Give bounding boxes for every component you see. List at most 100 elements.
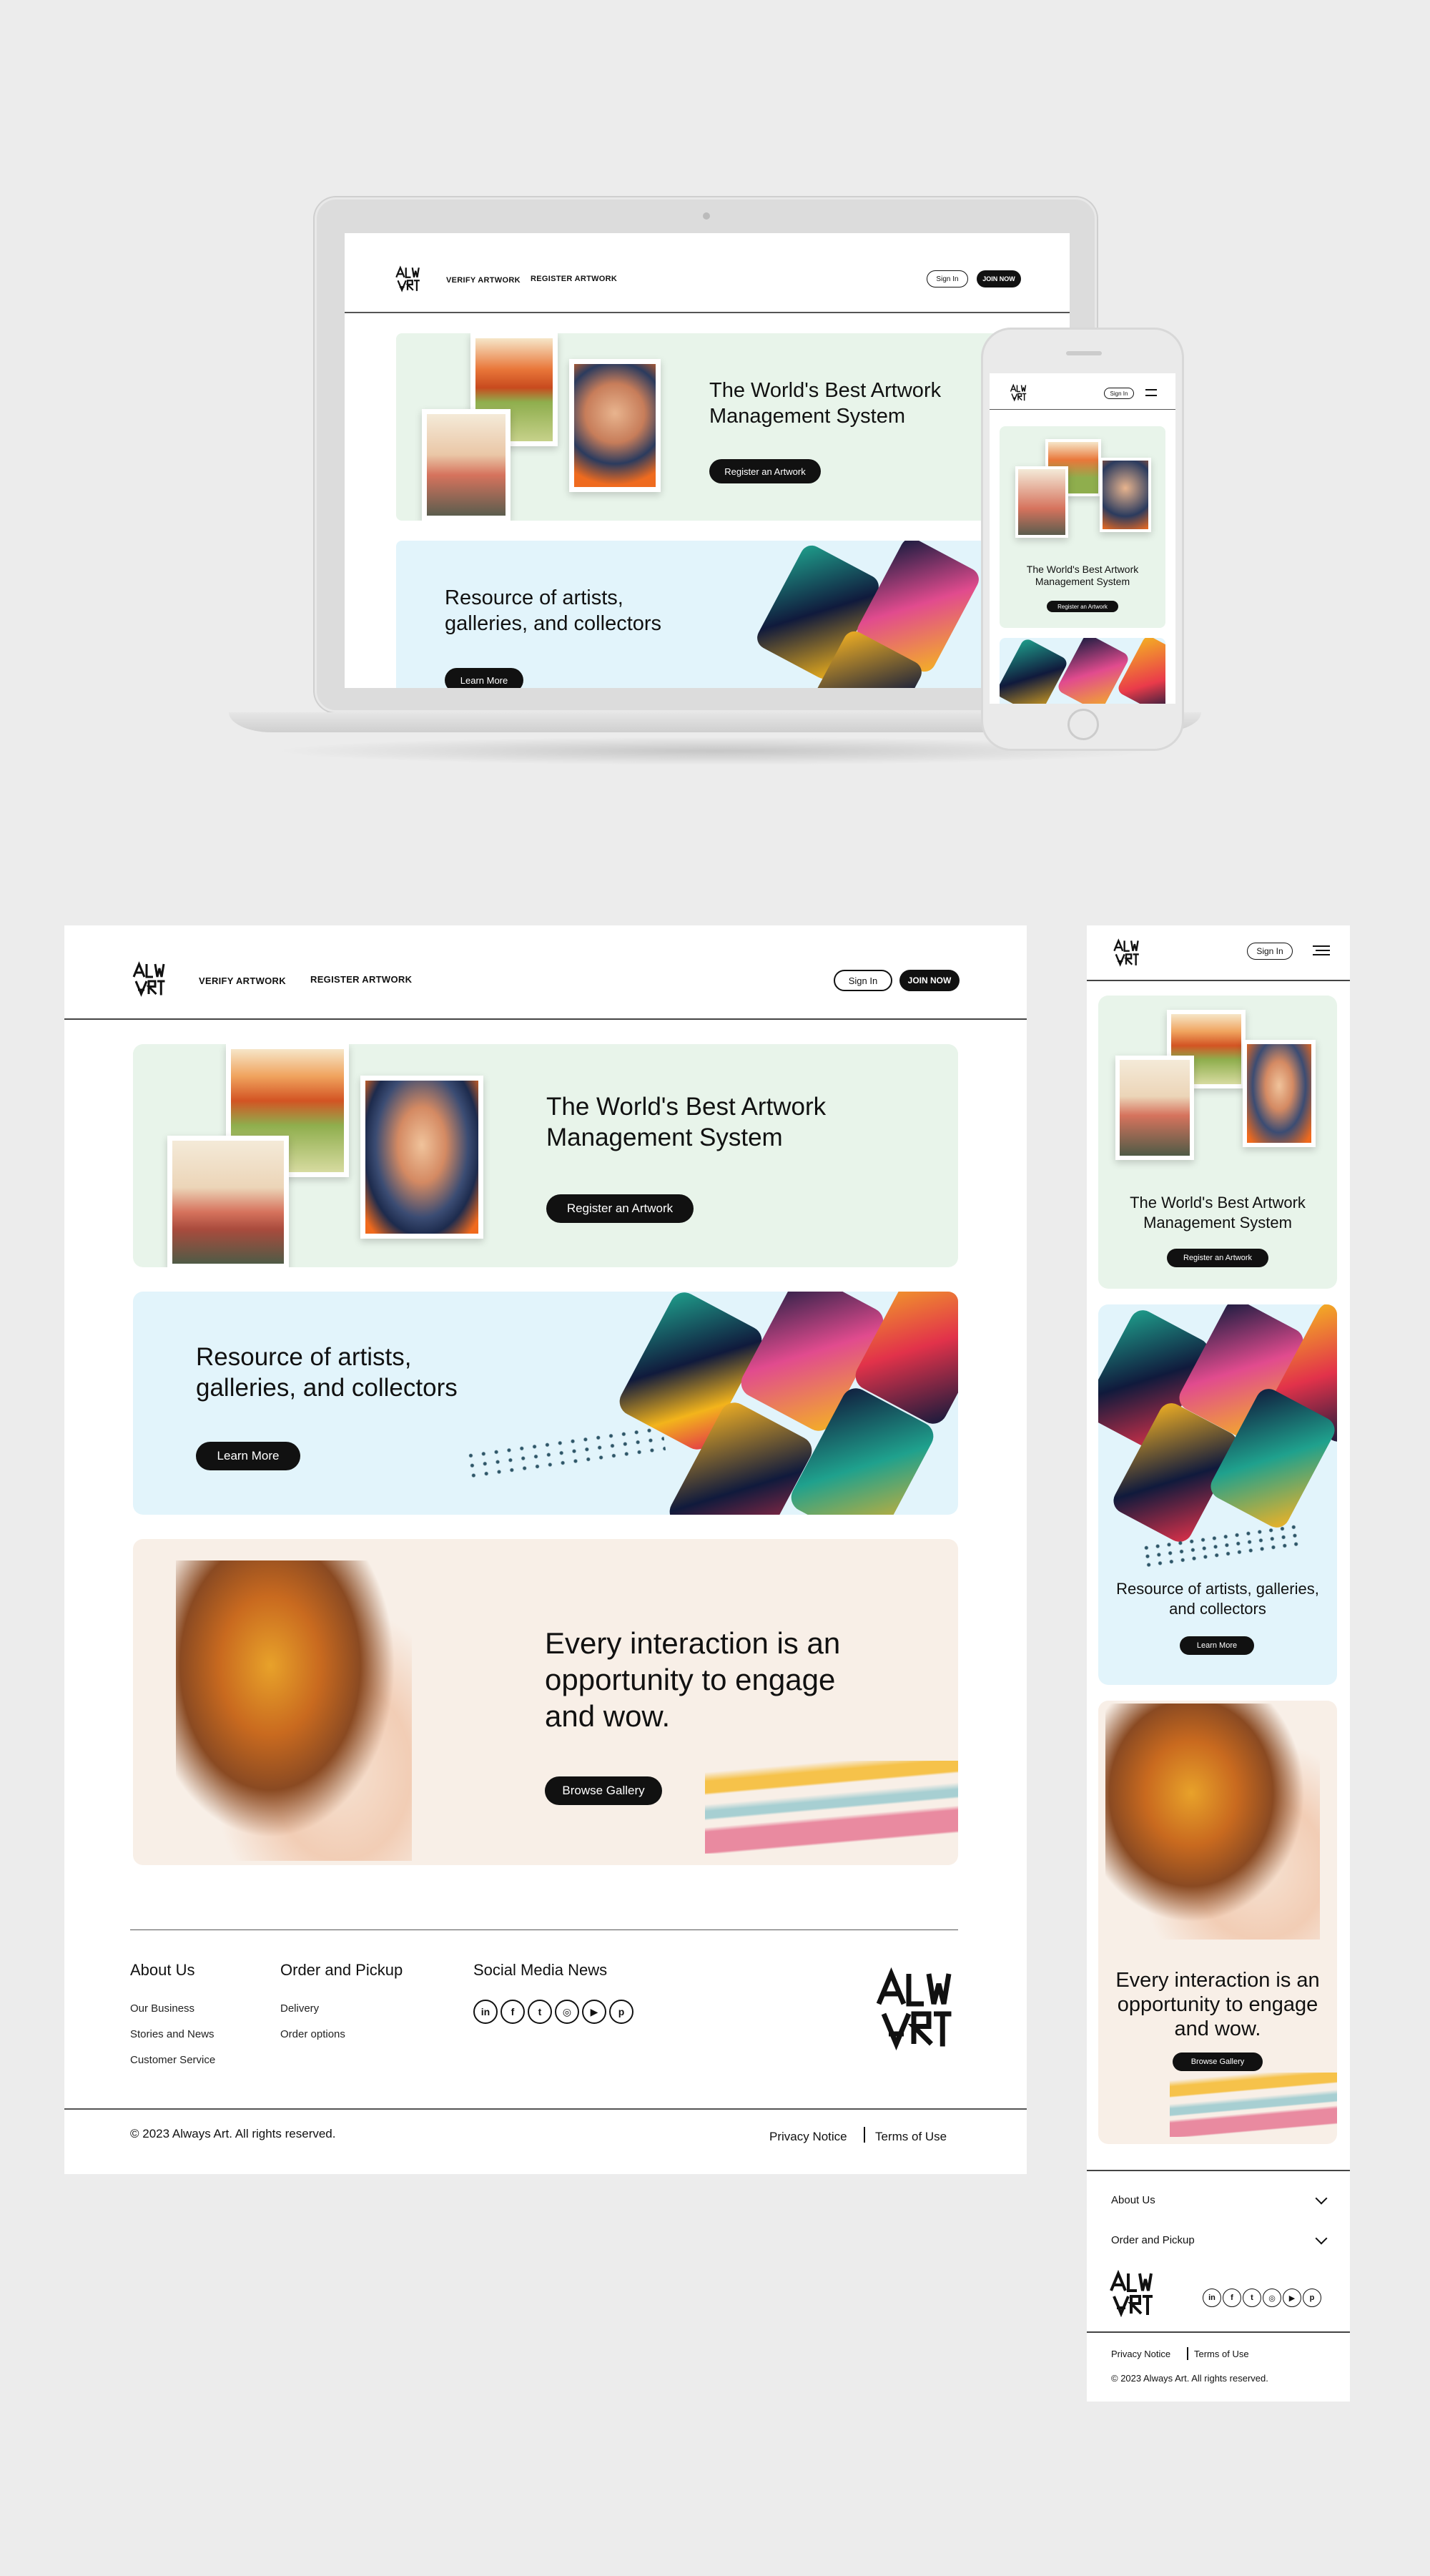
footer-about-heading: About Us [130,1961,195,1979]
footer-link-delivery[interactable]: Delivery [280,2002,319,2015]
facebook-icon[interactable]: f [500,2000,525,2024]
phone-screen: Sign In The World's Best Artwork Managem… [990,373,1175,704]
art-card [1000,638,1070,704]
hero-title: The World's Best Artwork Management Syst… [1130,1194,1306,1232]
resource-card: Resource of artists, galleries, and coll… [133,1292,958,1515]
resource-card: Resource of artists, galleries, and coll… [396,541,1040,688]
nav-register-artwork[interactable]: REGISTER ARTWORK [531,275,617,283]
footer-link-order-options[interactable]: Order options [280,2028,345,2040]
terms-link[interactable]: Terms of Use [875,2130,947,2144]
header-divider [1087,980,1350,981]
logo[interactable] [395,265,420,293]
portrait-painting [569,359,661,492]
footer-social-heading: Social Media News [473,1961,608,1979]
engage-title: Every interaction is an opportunity to e… [545,1626,841,1733]
resource-title: Resource of artists, galleries, and coll… [445,586,662,635]
accordion-order-pickup[interactable]: Order and Pickup [1111,2234,1195,2246]
learn-more-button[interactable]: Learn More [1180,1636,1254,1655]
footer-separator [1187,2347,1188,2360]
privacy-notice-link[interactable]: Privacy Notice [769,2130,847,2144]
facebook-icon[interactable]: f [1223,2289,1241,2307]
learn-more-button[interactable]: Learn More [445,668,523,688]
engage-title: Every interaction is an opportunity to e… [1115,1969,1320,2040]
pinterest-icon[interactable]: p [609,2000,633,2024]
join-now-button[interactable]: JOIN NOW [977,270,1021,287]
footer-link-stories-news[interactable]: Stories and News [130,2028,214,2040]
hero-card: The World's Best Artwork Management Syst… [1098,996,1337,1289]
sign-in-button[interactable]: Sign In [927,270,968,287]
instagram-icon[interactable]: ◎ [555,2000,579,2024]
sign-in-button[interactable]: Sign In [1247,943,1293,960]
register-artwork-button[interactable]: Register an Artwork [1167,1249,1268,1267]
pinterest-icon[interactable]: p [1303,2289,1321,2307]
youtube-icon[interactable]: ▶ [582,2000,606,2024]
hero-title: The World's Best Artwork Management Syst… [1026,564,1139,587]
terms-link[interactable]: Terms of Use [1194,2349,1249,2359]
browse-gallery-button[interactable]: Browse Gallery [545,1776,662,1805]
mobile-page: Sign In The World's Best Artwork Managem… [1087,925,1350,2402]
register-artwork-button[interactable]: Register an Artwork [1047,601,1118,612]
register-artwork-button[interactable]: Register an Artwork [709,459,821,483]
engage-card: Every interaction is an opportunity to e… [1098,1701,1337,2144]
twitter-icon[interactable]: t [1243,2289,1261,2307]
desktop-page: VERIFY ARTWORK REGISTER ARTWORK Sign In … [64,925,1027,2174]
copyright: © 2023 Always Art. All rights reserved. [1111,2373,1268,2384]
sign-in-button[interactable]: Sign In [834,970,892,991]
footer-link-customer-service[interactable]: Customer Service [130,2054,215,2066]
phone-speaker [1066,351,1102,355]
hero-card: The World's Best Artwork Management Syst… [1000,426,1165,628]
chevron-down-icon[interactable] [1315,2232,1328,2245]
menu-icon[interactable] [1313,945,1330,955]
hero-title: The World's Best Artwork Management Syst… [546,1093,827,1151]
copyright: © 2023 Always Art. All rights reserved. [130,2127,336,2140]
portrait-painting [1100,458,1151,532]
laptop-screen: VERIFY ARTWORK REGISTER ARTWORK Sign In … [345,233,1070,688]
woman-watercolor-illustration [176,1560,412,1861]
learn-more-button[interactable]: Learn More [196,1442,300,1470]
hero-title: The World's Best Artwork Management Syst… [709,379,942,428]
flamingo-painting [422,409,511,521]
nav-verify-artwork[interactable]: VERIFY ARTWORK [446,276,521,285]
hero-card: The World's Best Artwork Management Syst… [133,1044,958,1267]
phone-home-button [1067,709,1099,740]
youtube-icon[interactable]: ▶ [1283,2289,1301,2307]
decorative-dots [463,1423,666,1480]
woman-watercolor-illustration [1105,1704,1320,1940]
chevron-down-icon[interactable] [1315,2192,1328,2205]
logo[interactable] [1010,383,1027,402]
flamingo-painting [167,1136,289,1267]
header-divider [64,1018,1027,1020]
hero-card: The World's Best Artwork Management Syst… [396,333,1040,521]
art-card [1115,638,1165,704]
linkedin-icon[interactable]: in [473,2000,498,2024]
header-divider [345,312,1070,313]
accordion-about-us[interactable]: About Us [1111,2194,1155,2206]
sign-in-button[interactable]: Sign In [1104,388,1134,399]
privacy-notice-link[interactable]: Privacy Notice [1111,2349,1170,2359]
brush-strokes [1170,2073,1337,2137]
menu-icon[interactable] [1145,389,1157,396]
engage-card: Every interaction is an opportunity to e… [133,1539,958,1865]
join-now-button[interactable]: JOIN NOW [899,970,960,991]
flamingo-painting [1115,1056,1194,1160]
footer-bottom-divider [64,2108,1027,2110]
footer-separator [864,2127,865,2143]
header-divider [990,409,1175,410]
social-icons: in f t ◎ ▶ p [1203,2289,1321,2307]
footer-order-heading: Order and Pickup [280,1961,403,1979]
footer-link-our-business[interactable]: Our Business [130,2002,194,2015]
browse-gallery-button[interactable]: Browse Gallery [1173,2053,1263,2071]
twitter-icon[interactable]: t [528,2000,552,2024]
nav-verify-artwork[interactable]: VERIFY ARTWORK [199,975,286,986]
footer-logo[interactable] [874,1967,954,2051]
footer-divider [1087,2170,1350,2171]
logo[interactable] [1113,938,1140,967]
footer-logo[interactable] [1108,2270,1154,2317]
linkedin-icon[interactable]: in [1203,2289,1221,2307]
logo[interactable] [132,961,166,997]
resource-card: Resource of artists, galleries, and coll… [1098,1304,1337,1685]
instagram-icon[interactable]: ◎ [1263,2289,1281,2307]
register-artwork-button[interactable]: Register an Artwork [546,1194,694,1223]
flamingo-painting [1015,466,1068,538]
nav-register-artwork[interactable]: REGISTER ARTWORK [310,974,412,985]
